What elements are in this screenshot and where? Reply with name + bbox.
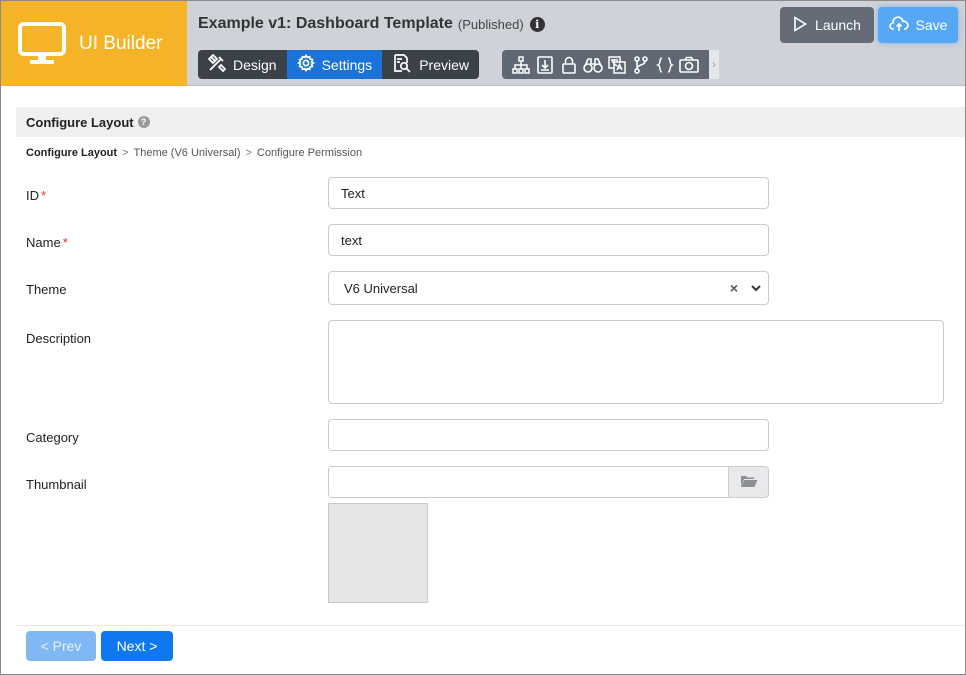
name-label: Name * [26, 235, 68, 250]
brand[interactable]: UI Builder [1, 1, 187, 86]
cloud-upload-icon [888, 15, 916, 35]
theme-select[interactable]: V6 Universal × [328, 271, 769, 305]
app-window: UI Builder Example v1: Dashboard Templat… [0, 0, 966, 675]
lock-icon[interactable] [558, 54, 580, 76]
publish-status: (Published) [457, 16, 524, 32]
header-bar: UI Builder Example v1: Dashboard Templat… [1, 1, 965, 86]
braces-icon[interactable] [654, 54, 676, 76]
launch-button[interactable]: Launch [780, 7, 874, 43]
clear-icon[interactable]: × [730, 280, 738, 296]
section-header: Configure Layout ? [16, 107, 965, 137]
save-button-label: Save [915, 17, 948, 33]
breadcrumb-separator: > [122, 147, 129, 159]
translate-icon[interactable] [606, 54, 628, 76]
browse-button[interactable] [728, 467, 768, 497]
section-title: Configure Layout [26, 114, 134, 130]
tab-design[interactable]: Design [198, 50, 287, 79]
breadcrumb-theme[interactable]: Theme (V6 Universal) [134, 147, 241, 159]
category-label: Category [26, 430, 79, 445]
tool-strip: › [502, 50, 719, 79]
save-button[interactable]: Save [878, 7, 958, 43]
breadcrumb-configure-permission[interactable]: Configure Permission [257, 147, 362, 159]
breadcrumb-configure-layout[interactable]: Configure Layout [26, 147, 117, 159]
required-mark: * [41, 188, 47, 203]
tab-settings-label: Settings [321, 56, 373, 73]
brand-name: UI Builder [79, 32, 163, 54]
id-label-text: ID [26, 188, 39, 203]
thumbnail-preview [328, 503, 428, 603]
info-icon[interactable]: i [529, 16, 545, 32]
monitor-icon [18, 21, 66, 66]
id-label: ID * [26, 188, 46, 203]
tab-preview-label: Preview [419, 56, 469, 73]
design-tools-icon [207, 53, 233, 75]
name-label-text: Name [26, 235, 61, 250]
breadcrumb: Configure Layout > Theme (V6 Universal) … [26, 147, 362, 159]
tab-settings[interactable]: Settings [286, 50, 383, 79]
theme-select-value: V6 Universal [344, 280, 418, 296]
name-input[interactable] [328, 224, 769, 256]
help-icon[interactable]: ? [137, 116, 150, 128]
tab-preview[interactable]: Preview [382, 50, 479, 79]
binoculars-icon[interactable] [582, 54, 604, 76]
category-input[interactable] [328, 419, 769, 451]
next-button[interactable]: Next > [101, 631, 173, 661]
preview-icon [392, 53, 419, 76]
mode-tabs: Design Settings Preview [198, 50, 479, 79]
gear-icon [296, 53, 322, 75]
theme-label: Theme [26, 282, 67, 297]
export-icon[interactable] [534, 54, 556, 76]
chevron-down-icon[interactable] [749, 281, 763, 298]
id-input[interactable] [328, 177, 769, 209]
sitemap-icon[interactable] [510, 54, 532, 76]
required-mark: * [62, 235, 68, 250]
chevron-right-icon[interactable]: › [709, 50, 719, 79]
play-icon [793, 15, 815, 35]
app-title: Example v1: Dashboard Template [198, 15, 453, 32]
description-textarea[interactable] [328, 320, 944, 404]
thumbnail-input[interactable] [329, 467, 728, 497]
prev-button[interactable]: < Prev [26, 631, 96, 661]
camera-icon[interactable] [678, 54, 700, 76]
branch-icon[interactable] [630, 54, 652, 76]
breadcrumb-separator: > [245, 147, 252, 159]
launch-button-label: Launch [815, 17, 861, 33]
thumbnail-label: Thumbnail [26, 477, 87, 492]
tab-design-label: Design [233, 56, 277, 73]
title-row: Example v1: Dashboard Template (Publishe… [198, 15, 545, 33]
description-label: Description [26, 331, 92, 346]
folder-open-icon [740, 474, 758, 491]
thumbnail-field [328, 466, 769, 498]
